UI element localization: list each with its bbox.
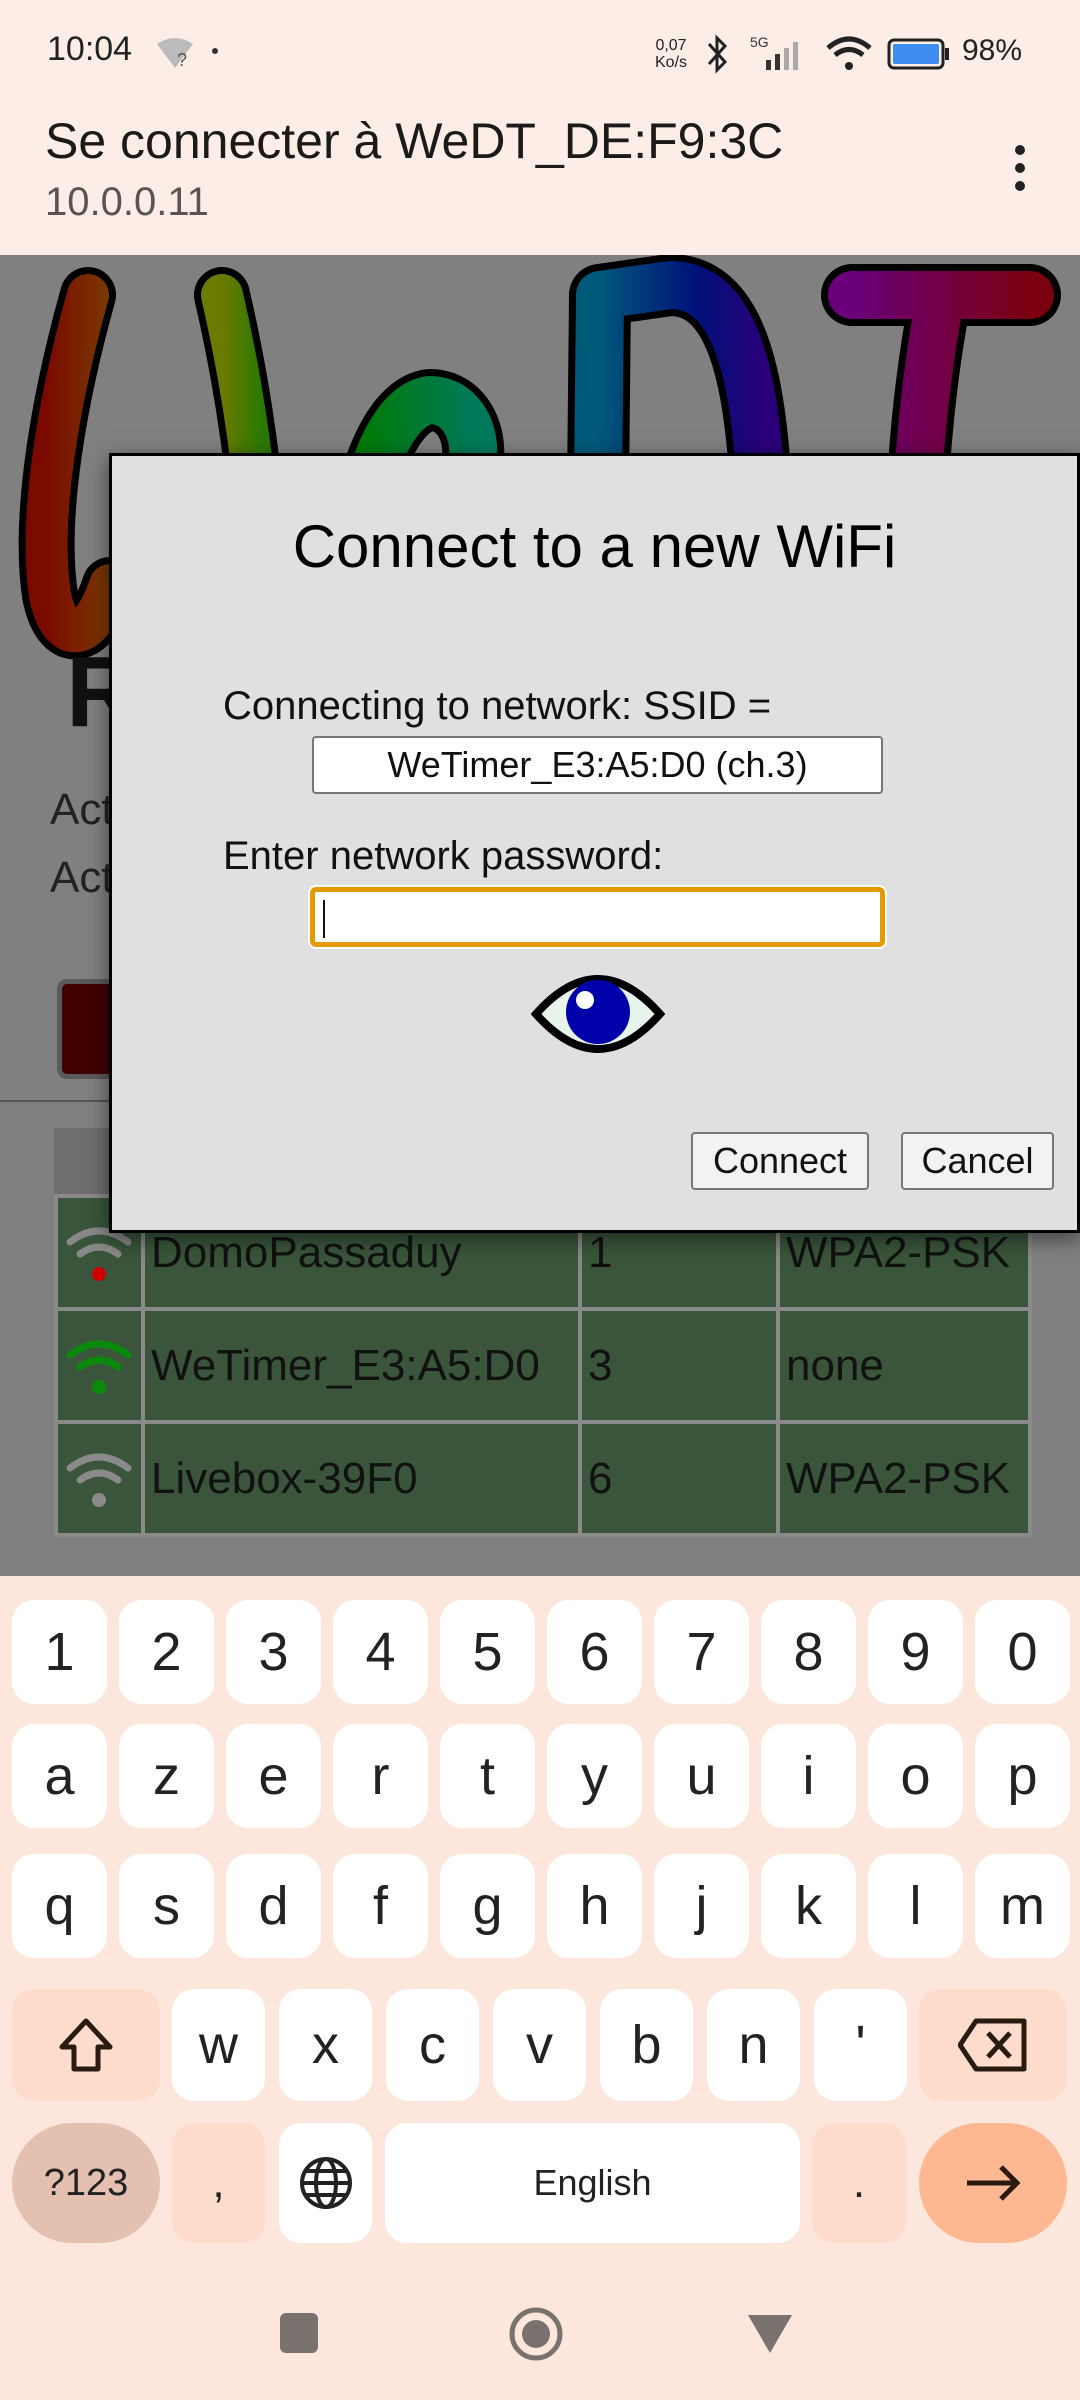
page-title: Se connecter à WeDT_DE:F9:3C — [45, 113, 784, 169]
cell-channel: 6 — [578, 1420, 780, 1537]
key[interactable]: p — [975, 1724, 1070, 1828]
backspace-key[interactable] — [919, 1989, 1067, 2101]
key[interactable]: 6 — [547, 1600, 642, 1704]
key[interactable]: o — [868, 1724, 963, 1828]
net-speed: 0,07 Ko/s — [655, 37, 688, 71]
shift-key[interactable] — [12, 1989, 160, 2101]
wifi-unknown-icon: ? — [157, 38, 193, 70]
cell-security: none — [776, 1307, 1032, 1424]
key[interactable]: 3 — [226, 1600, 321, 1704]
key[interactable]: w — [172, 1989, 265, 2101]
show-password-eye-icon[interactable] — [530, 966, 666, 1062]
shift-icon — [59, 2018, 113, 2072]
key[interactable]: i — [761, 1724, 856, 1828]
connect-wifi-dialog: Connect to a new WiFi Connecting to netw… — [109, 453, 1080, 1233]
key[interactable]: b — [600, 1989, 693, 2101]
page-text-line: Act — [50, 785, 114, 834]
cell-channel: 3 — [578, 1307, 780, 1424]
key[interactable]: r — [333, 1724, 428, 1828]
dialog-title: Connect to a new WiFi — [292, 513, 897, 580]
page-subtitle: 10.0.0.11 — [45, 180, 209, 224]
nav-back-button[interactable] — [746, 2313, 794, 2355]
text-cursor — [323, 900, 325, 938]
key[interactable]: 8 — [761, 1600, 856, 1704]
key[interactable]: n — [707, 1989, 800, 2101]
connect-button[interactable]: Connect — [691, 1132, 869, 1190]
nav-recents-button[interactable] — [280, 2313, 318, 2353]
cell-ssid: WeTimer_E3:A5:D0 — [141, 1307, 582, 1424]
key[interactable]: v — [493, 1989, 586, 2101]
password-input[interactable] — [310, 887, 885, 947]
nav-home-button[interactable] — [508, 2306, 564, 2362]
svg-text:?: ? — [177, 50, 187, 70]
more-options-button[interactable] — [1000, 142, 1040, 202]
wifi-signal-icon — [54, 1420, 145, 1537]
cancel-button[interactable]: Cancel — [901, 1132, 1054, 1190]
key[interactable]: l — [868, 1854, 963, 1958]
clock: 10:04 — [47, 30, 133, 68]
key[interactable]: 4 — [333, 1600, 428, 1704]
app-bar: Se connecter à WeDT_DE:F9:3C 10.0.0.11 — [0, 100, 1080, 255]
period-key[interactable]: . — [812, 2123, 906, 2243]
key[interactable]: s — [119, 1854, 214, 1958]
key[interactable]: d — [226, 1854, 321, 1958]
key[interactable]: j — [654, 1854, 749, 1958]
key[interactable]: t — [440, 1724, 535, 1828]
battery-percent: 98% — [962, 34, 1023, 67]
password-label: Enter network password: — [223, 834, 664, 878]
ssid-label: Connecting to network: SSID = — [223, 684, 772, 728]
bluetooth-icon — [707, 34, 728, 74]
key[interactable]: z — [119, 1724, 214, 1828]
on-screen-keyboard: 1 2 3 4 5 6 7 8 9 0 a z e r t y u i o p q s d f g h j k l m w x c v b n ' ?1… — [0, 1576, 1080, 2400]
key[interactable]: k — [761, 1854, 856, 1958]
key[interactable]: h — [547, 1854, 642, 1958]
notification-dot — [212, 48, 218, 54]
space-key[interactable]: English — [385, 2123, 800, 2243]
page-text-line: Act — [50, 853, 114, 902]
key[interactable]: c — [386, 1989, 479, 2101]
key[interactable]: a — [12, 1724, 107, 1828]
key[interactable]: 2 — [119, 1600, 214, 1704]
key[interactable]: m — [975, 1854, 1070, 1958]
key[interactable]: e — [226, 1724, 321, 1828]
status-bar: 10:04 ? 0,07 Ko/s 5G 98% — [0, 0, 1080, 100]
more-vert-icon — [1015, 145, 1025, 191]
cell-security: WPA2-PSK — [776, 1420, 1032, 1537]
cell-signal-icon — [766, 42, 798, 70]
language-key[interactable] — [279, 2123, 372, 2243]
key[interactable]: f — [333, 1854, 428, 1958]
cell-ssid: Livebox-39F0 — [141, 1420, 582, 1537]
key[interactable]: 1 — [12, 1600, 107, 1704]
wifi-icon — [826, 36, 872, 70]
ssid-field: WeTimer_E3:A5:D0 (ch.3) — [312, 736, 883, 794]
comma-key[interactable]: , — [172, 2123, 265, 2243]
key[interactable]: 9 — [868, 1600, 963, 1704]
key[interactable]: g — [440, 1854, 535, 1958]
key[interactable]: u — [654, 1724, 749, 1828]
key[interactable]: x — [279, 1989, 372, 2101]
symbols-key[interactable]: ?123 — [12, 2123, 160, 2243]
key[interactable]: 7 — [654, 1600, 749, 1704]
key[interactable]: ' — [814, 1989, 907, 2101]
key[interactable]: 0 — [975, 1600, 1070, 1704]
battery-icon — [887, 38, 949, 70]
key[interactable]: q — [12, 1854, 107, 1958]
wifi-signal-icon — [54, 1307, 145, 1424]
globe-icon — [299, 2157, 352, 2209]
key[interactable]: 5 — [440, 1600, 535, 1704]
enter-key[interactable] — [919, 2123, 1067, 2243]
key[interactable]: y — [547, 1724, 642, 1828]
arrow-right-icon — [967, 2165, 1021, 2201]
backspace-icon — [958, 2018, 1027, 2072]
